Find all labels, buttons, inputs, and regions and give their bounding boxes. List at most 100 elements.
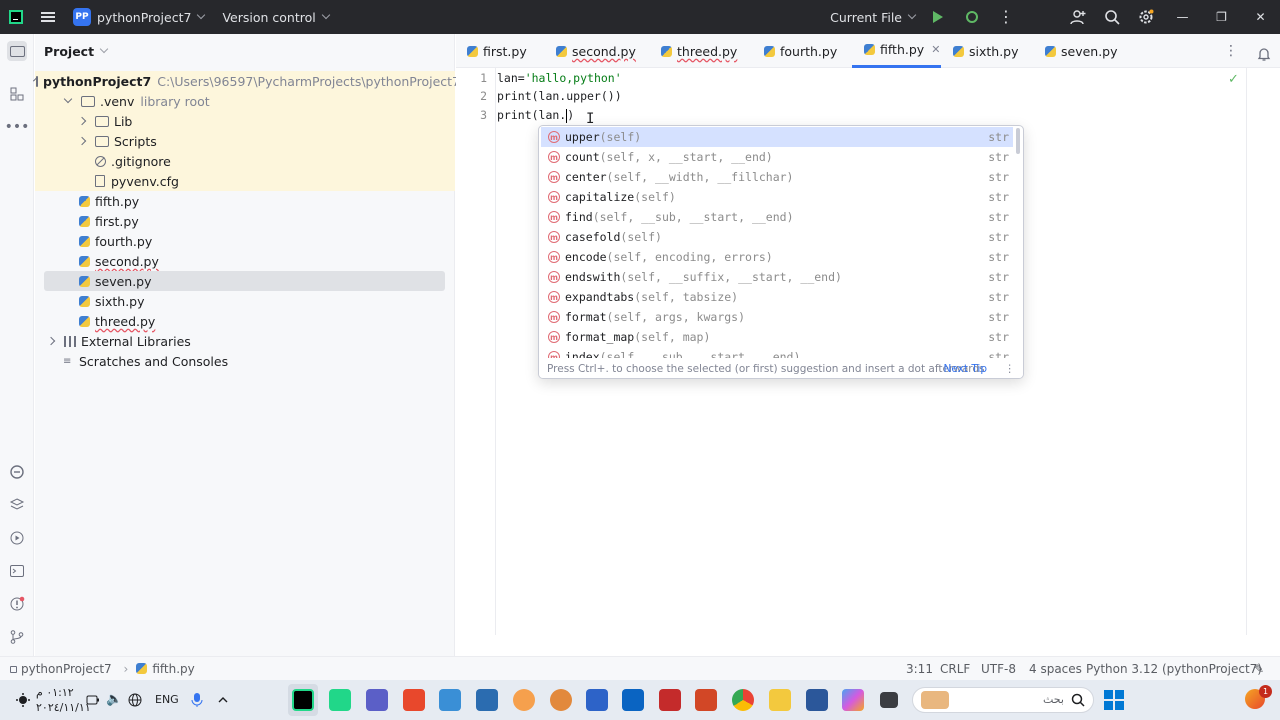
microphone-icon[interactable] [191, 692, 203, 708]
windows-start-icon[interactable] [1104, 690, 1124, 710]
file-encoding[interactable]: UTF-8 [981, 662, 1016, 676]
tree-file-fourth[interactable]: fourth.py [35, 231, 455, 251]
git-tool-button[interactable] [7, 627, 27, 647]
taskbar-search-box[interactable]: بحث [912, 687, 1094, 713]
tree-file-seven[interactable]: seven.py [44, 271, 445, 291]
tab-second[interactable]: second.py [556, 34, 636, 68]
collapse-arrow-icon[interactable] [46, 336, 56, 346]
outlook-taskbar-icon[interactable] [622, 689, 644, 711]
run-config-selector[interactable]: Current File [830, 10, 902, 25]
more-icon[interactable]: ⋮ [1005, 363, 1016, 375]
tree-venv[interactable]: .venv library root [35, 91, 455, 111]
project-tool-button[interactable] [7, 41, 27, 61]
caret-position[interactable]: 3:11 [906, 662, 933, 676]
layers-tool-button[interactable] [7, 495, 27, 515]
breadcrumb-file[interactable]: fifth.py [152, 662, 194, 676]
taskbar-time[interactable]: ٠١:١٢ م [36, 686, 74, 699]
tab-first[interactable]: first.py [467, 34, 527, 68]
completion-item[interactable]: m casefold (self) str [541, 227, 1013, 247]
tab-options-button[interactable]: ⋮ [1224, 34, 1238, 68]
chrome-taskbar-icon[interactable] [732, 689, 754, 711]
copilot-taskbar-icon[interactable] [842, 689, 864, 711]
tab-fifth[interactable]: fifth.py ✕ [852, 34, 941, 68]
completion-item[interactable]: m center (self, __width, __fillchar) str [541, 167, 1013, 187]
completion-scrollbar[interactable] [1016, 128, 1020, 154]
completion-item[interactable]: m format_map (self, map) str [541, 327, 1013, 347]
tree-file-second[interactable]: second.py [35, 251, 455, 271]
file-explorer-taskbar-icon[interactable] [769, 689, 791, 711]
close-tab-icon[interactable]: ✕ [931, 43, 940, 56]
powerpoint-taskbar-icon[interactable] [695, 689, 717, 711]
line-separator[interactable]: CRLF [940, 662, 970, 676]
completion-item[interactable]: m upper (self) str [541, 127, 1013, 147]
next-tip-link[interactable]: Next Tip [944, 363, 987, 375]
project-name[interactable]: pythonProject7 [97, 10, 191, 25]
access-taskbar-icon[interactable] [659, 689, 681, 711]
tab-seven[interactable]: seven.py [1045, 34, 1118, 68]
notifications-icon[interactable] [1256, 46, 1272, 62]
problems-tool-button[interactable] [7, 594, 27, 614]
indent-setting[interactable]: 4 spaces [1029, 662, 1082, 676]
tree-scripts[interactable]: Scripts [35, 131, 455, 151]
expand-arrow-icon[interactable] [63, 94, 73, 104]
virtualbox-taskbar-icon[interactable] [476, 689, 498, 711]
version-control-menu[interactable]: Version control [222, 10, 315, 25]
fox-app-taskbar-icon[interactable] [550, 689, 572, 711]
tab-fourth[interactable]: fourth.py [764, 34, 837, 68]
completion-item[interactable]: m expandtabs (self, tabsize) str [541, 287, 1013, 307]
minimize-button[interactable]: — [1163, 0, 1202, 34]
tree-lib[interactable]: Lib [35, 111, 455, 131]
code-line-2[interactable]: print(lan.upper()) [497, 89, 622, 103]
read-only-lock-icon[interactable]: ✎ [1254, 662, 1264, 676]
network-globe-icon[interactable] [128, 693, 142, 707]
terminal-tool-button[interactable] [7, 561, 27, 581]
run-button[interactable] [921, 0, 955, 34]
debug-button[interactable] [955, 0, 989, 34]
restore-button[interactable]: ❐ [1202, 0, 1241, 34]
chevron-down-icon[interactable] [99, 44, 109, 54]
breadcrumb-project[interactable]: pythonProject7 [21, 662, 112, 676]
show-hidden-icons-chevron-icon[interactable] [217, 694, 229, 706]
settings-button[interactable] [1129, 0, 1163, 34]
pycharm-ce-taskbar-icon[interactable] [329, 689, 351, 711]
tree-file-first[interactable]: first.py [35, 211, 455, 231]
services-tool-button[interactable] [7, 528, 27, 548]
volume-icon[interactable]: 🔈 [106, 692, 122, 707]
tree-gitignore[interactable]: .gitignore [35, 151, 455, 171]
tree-file-sixth[interactable]: sixth.py [35, 291, 455, 311]
code-with-me-button[interactable] [1061, 0, 1095, 34]
word-taskbar-icon[interactable] [806, 689, 828, 711]
python-interpreter[interactable]: Python 3.12 (pythonProject7) [1086, 662, 1262, 676]
weather-icon[interactable] [15, 692, 31, 708]
close-window-button[interactable]: ✕ [1241, 0, 1280, 34]
search-everywhere-button[interactable] [1095, 0, 1129, 34]
completion-item[interactable]: m endswith (self, __suffix, __start, __end… [541, 267, 1013, 287]
tab-threed[interactable]: threed.py [661, 34, 737, 68]
tree-pyvenv[interactable]: pyvenv.cfg [35, 171, 455, 191]
battery-icon[interactable] [86, 693, 100, 707]
more-actions-button[interactable]: ⋮ [989, 0, 1023, 34]
tree-root[interactable]: pythonProject7 C:\Users\96597\PycharmPro… [33, 71, 460, 91]
collapse-arrow-icon[interactable] [77, 136, 87, 146]
tree-file-threed[interactable]: threed.py [35, 311, 455, 331]
project-badge[interactable]: PP [73, 8, 91, 26]
pycharm-taskbar-icon[interactable] [292, 689, 314, 711]
teams-taskbar-icon[interactable] [366, 689, 388, 711]
more-tools-button[interactable]: ••• [5, 117, 30, 137]
terminal-taskbar-icon[interactable] [880, 692, 898, 708]
completion-item[interactable]: m format (self, args, kwargs) str [541, 307, 1013, 327]
python-packages-button[interactable] [7, 462, 27, 482]
main-menu-icon[interactable] [41, 12, 55, 22]
snipping-tool-taskbar-icon[interactable] [403, 689, 425, 711]
tree-external-libraries[interactable]: External Libraries [35, 331, 455, 351]
chevron-down-icon[interactable] [321, 10, 330, 20]
completion-item[interactable]: m capitalize (self) str [541, 187, 1013, 207]
project-panel-header[interactable]: Project [35, 34, 454, 68]
code-line-1[interactable]: lan='hallo,python' [497, 71, 622, 85]
code-line-3[interactable]: print(lan.) [497, 108, 574, 123]
no-problems-check-icon[interactable]: ✓ [1228, 72, 1239, 87]
tree-file-fifth[interactable]: fifth.py [35, 191, 455, 211]
notion-taskbar-icon[interactable] [586, 689, 608, 711]
tree-scratches[interactable]: ≡ Scratches and Consoles [35, 351, 455, 371]
chevron-down-icon[interactable] [907, 10, 917, 20]
